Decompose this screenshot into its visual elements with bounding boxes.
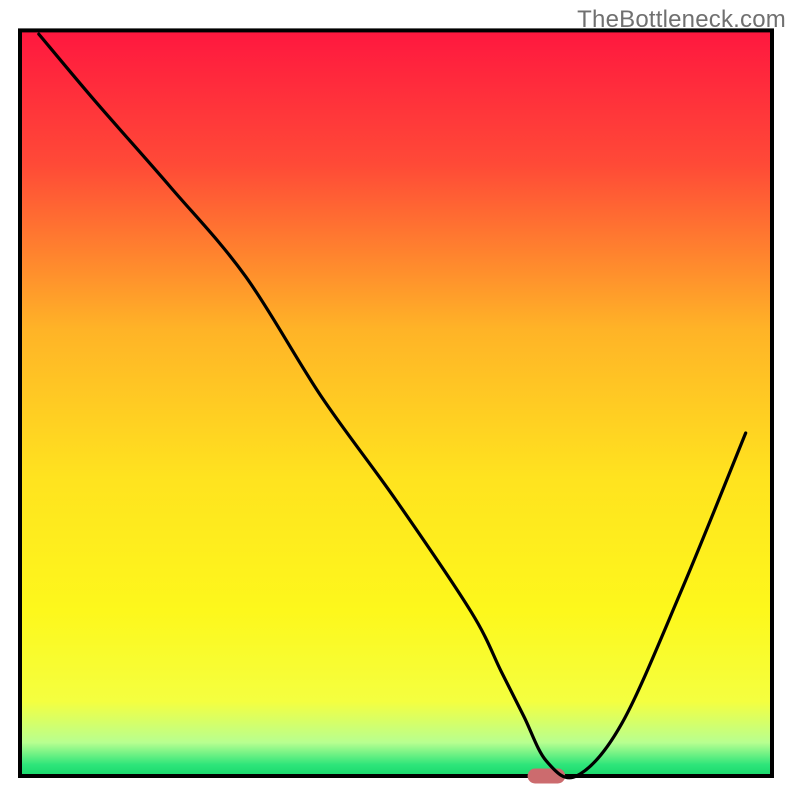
bottleneck-chart: TheBottleneck.com — [0, 0, 800, 800]
watermark-text: TheBottleneck.com — [577, 6, 786, 34]
chart-svg — [0, 0, 800, 800]
